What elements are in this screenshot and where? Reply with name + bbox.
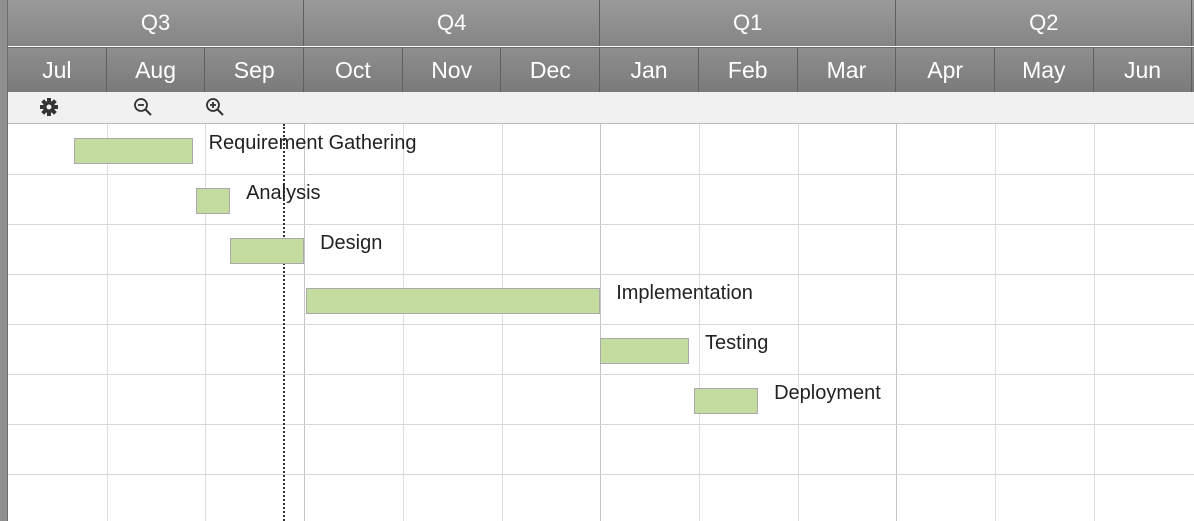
zoom-out-icon[interactable] [130, 95, 156, 119]
task-bar-deployment[interactable] [693, 388, 759, 414]
gantt-grid [8, 124, 1194, 521]
grid-column-line [501, 124, 503, 521]
task-label-design: Design [320, 232, 383, 254]
zoom-in-icon[interactable] [202, 95, 228, 119]
grid-column-line [1093, 124, 1095, 521]
grid-column-line [402, 124, 404, 521]
grid-row-line [8, 274, 1194, 275]
task-label-deployment: Deployment [774, 382, 881, 404]
task-bar-requirement-gathering[interactable] [74, 138, 193, 164]
grid-column-line [896, 124, 898, 521]
month-header-dec: Dec [502, 48, 601, 93]
month-header-nov: Nov [403, 48, 502, 93]
task-bar-design[interactable] [230, 238, 305, 264]
quarter-header-q4: Q4 [304, 0, 601, 46]
month-header-row: Jul Aug Sep Oct Nov Dec Jan Feb Mar Apr May Jun [8, 47, 1194, 93]
task-label-testing: Testing [705, 332, 769, 354]
grid-row-line [8, 224, 1194, 225]
task-bar-implementation[interactable] [306, 288, 601, 314]
grid-column-line [698, 124, 700, 521]
quarter-header-q1: Q1 [600, 0, 897, 46]
month-header-jun: Jun [1094, 48, 1193, 93]
task-bar-testing[interactable] [600, 338, 690, 364]
task-bar-analysis[interactable] [195, 188, 231, 214]
month-header-feb: Feb [699, 48, 798, 93]
month-header-apr: Apr [896, 48, 995, 93]
grid-column-line [995, 124, 996, 521]
month-header-sep: Sep [205, 48, 305, 93]
month-header-jan: Jan [600, 48, 699, 93]
quarter-header-q3: Q3 [8, 0, 305, 46]
quarter-header-q2: Q2 [896, 0, 1193, 46]
gear-icon[interactable] [36, 95, 62, 119]
month-header-mar: Mar [798, 48, 897, 93]
month-header-may: May [995, 48, 1094, 93]
grid-column-line [205, 124, 207, 521]
month-header-oct: Oct [304, 48, 403, 93]
month-header-aug: Aug [107, 48, 206, 93]
task-label-requirement-gathering: Requirement Gathering [208, 132, 417, 154]
grid-row-line [8, 174, 1194, 175]
grid-column-line [106, 124, 108, 521]
grid-row-line [8, 374, 1194, 375]
grid-row-line [8, 324, 1194, 325]
grid-column-line [600, 124, 602, 521]
task-label-analysis: Analysis [246, 182, 321, 204]
quarter-header-row: Q3 Q4 Q1 Q2 [8, 0, 1194, 46]
task-label-implementation: Implementation [616, 282, 753, 304]
left-panel-splitter[interactable] [0, 0, 8, 521]
gantt-toolbar [8, 92, 1194, 124]
grid-row-line [8, 474, 1194, 475]
grid-column-line [797, 124, 799, 521]
month-header-jul: Jul [8, 48, 107, 93]
gantt-chart: Q3 Q4 Q1 Q2 Jul Aug Sep Oct Nov Dec Jan Feb Mar Apr M… [0, 0, 1194, 521]
grid-row-line [8, 424, 1194, 425]
